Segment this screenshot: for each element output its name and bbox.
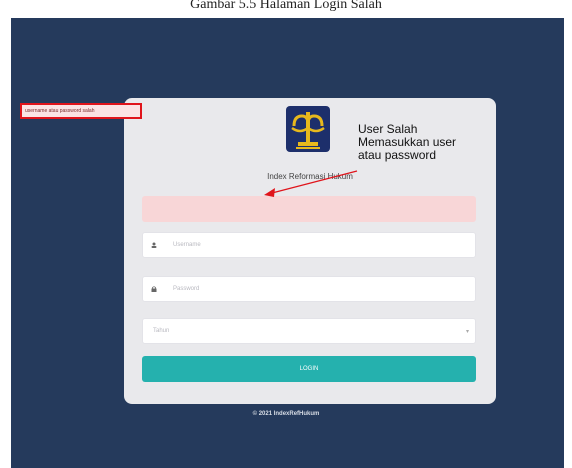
annotation-line-3: atau password: [358, 148, 437, 162]
annotation-text: User Salah Memasukkan user atau password: [358, 123, 488, 162]
annotation-arrow: [264, 170, 358, 197]
